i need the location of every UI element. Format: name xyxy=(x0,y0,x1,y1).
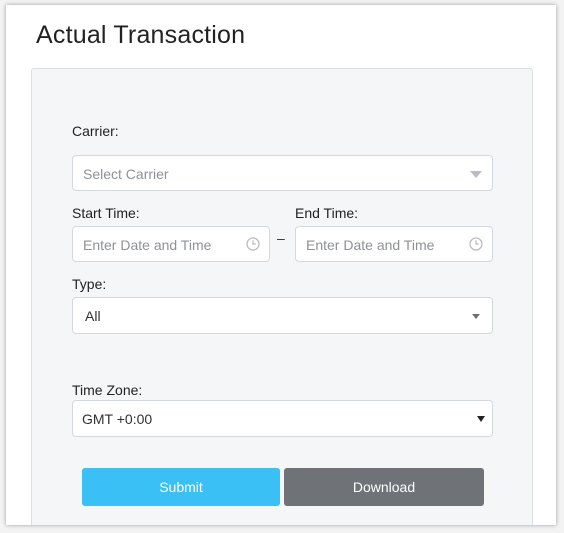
type-select[interactable]: All xyxy=(72,297,493,334)
submit-button[interactable]: Submit xyxy=(82,468,280,506)
start-time-placeholder: Enter Date and Time xyxy=(83,237,212,253)
end-time-placeholder: Enter Date and Time xyxy=(306,237,435,253)
type-label: Type: xyxy=(72,276,107,292)
carrier-label: Carrier: xyxy=(72,123,119,139)
type-value: All xyxy=(85,308,101,324)
chevron-down-icon xyxy=(477,416,485,422)
end-time-input[interactable]: Enter Date and Time xyxy=(295,226,493,262)
start-time-label: Start Time: xyxy=(72,205,140,221)
carrier-select[interactable]: Select Carrier xyxy=(72,155,493,191)
chevron-down-icon xyxy=(470,171,482,178)
range-separator: – xyxy=(277,230,285,246)
page-title: Actual Transaction xyxy=(36,21,246,49)
filter-panel: Carrier: Select Carrier Start Time: Ente… xyxy=(31,68,533,525)
window: Actual Transaction Carrier: Select Carri… xyxy=(6,5,556,525)
clock-icon[interactable] xyxy=(246,237,260,251)
time-zone-value: GMT +0:00 xyxy=(82,411,153,427)
end-time-label: End Time: xyxy=(295,205,359,221)
time-zone-label: Time Zone: xyxy=(72,382,143,398)
clock-icon[interactable] xyxy=(469,237,483,251)
time-zone-select[interactable]: GMT +0:00 xyxy=(72,400,493,437)
download-button[interactable]: Download xyxy=(284,468,484,506)
start-time-input[interactable]: Enter Date and Time xyxy=(72,226,270,262)
chevron-down-icon xyxy=(472,314,480,319)
carrier-placeholder: Select Carrier xyxy=(83,166,169,182)
